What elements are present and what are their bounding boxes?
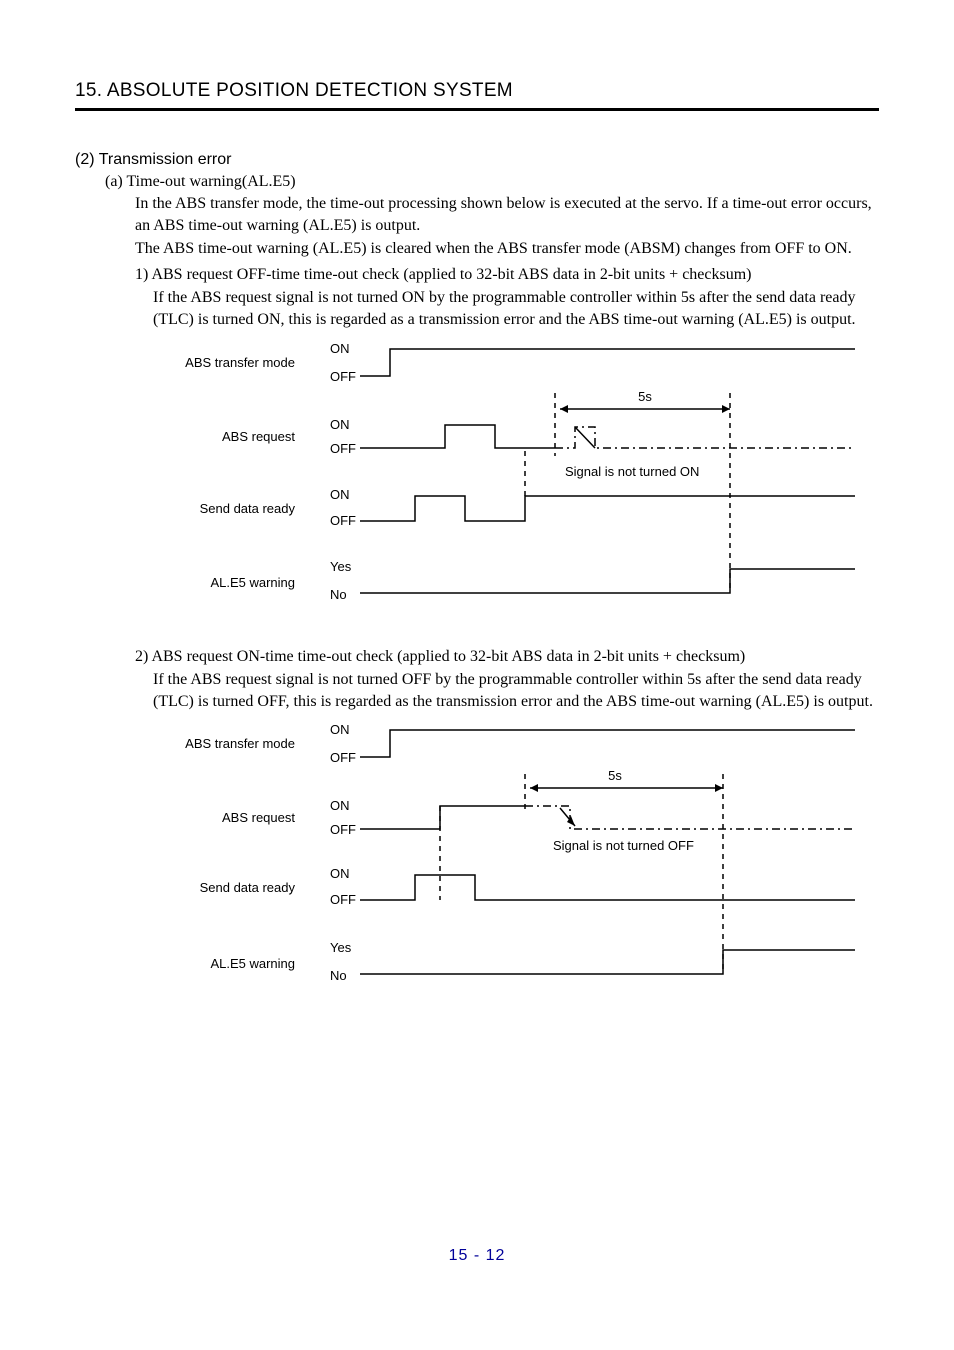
label-off-2: OFF bbox=[330, 441, 356, 456]
chapter-title: 15. ABSOLUTE POSITION DETECTION SYSTEM bbox=[75, 80, 879, 111]
label-no: No bbox=[330, 968, 347, 983]
label-5s: 5s bbox=[608, 768, 622, 783]
label-off-3: OFF bbox=[330, 892, 356, 907]
label-no: No bbox=[330, 587, 347, 602]
label-on-2: ON bbox=[330, 417, 350, 432]
section-heading: (2) Transmission error bbox=[75, 151, 879, 169]
item-2-heading: 2) ABS request ON-time time-out check (a… bbox=[135, 646, 879, 668]
label-5s: 5s bbox=[638, 389, 652, 404]
label-off-2: OFF bbox=[330, 822, 356, 837]
item-1-heading: 1) ABS request OFF-time time-out check (… bbox=[135, 264, 879, 286]
label-on-3: ON bbox=[330, 866, 350, 881]
label-on-3: ON bbox=[330, 487, 350, 502]
label-signal-not-on: Signal is not turned ON bbox=[565, 464, 699, 479]
item-1-body: If the ABS request signal is not turned … bbox=[153, 287, 879, 330]
label-on-2: ON bbox=[330, 798, 350, 813]
label-abs-request: ABS request bbox=[222, 429, 295, 444]
label-signal-not-off: Signal is not turned OFF bbox=[553, 838, 694, 853]
paragraph-1: In the ABS transfer mode, the time-out p… bbox=[135, 193, 879, 236]
label-off: OFF bbox=[330, 369, 356, 384]
label-on: ON bbox=[330, 341, 350, 356]
page-number: 15 - 12 bbox=[0, 1247, 954, 1265]
timing-diagram-2: text { font-family: Arial, Helvetica, sa… bbox=[165, 722, 879, 1007]
label-abs-transfer: ABS transfer mode bbox=[185, 736, 295, 751]
label-yes: Yes bbox=[330, 940, 352, 955]
paragraph-2: The ABS time-out warning (AL.E5) is clea… bbox=[135, 238, 879, 260]
label-off-3: OFF bbox=[330, 513, 356, 528]
subsection-a: (a) Time-out warning(AL.E5) bbox=[105, 173, 879, 191]
label-yes: Yes bbox=[330, 559, 352, 574]
label-off: OFF bbox=[330, 750, 356, 765]
timing-diagram-1: text { font-family: Arial, Helvetica, sa… bbox=[165, 341, 879, 626]
label-abs-request: ABS request bbox=[222, 810, 295, 825]
label-abs-transfer: ABS transfer mode bbox=[185, 355, 295, 370]
label-on: ON bbox=[330, 722, 350, 737]
label-ale5: AL.E5 warning bbox=[210, 956, 295, 971]
label-ale5: AL.E5 warning bbox=[210, 575, 295, 590]
item-2-body: If the ABS request signal is not turned … bbox=[153, 669, 879, 712]
label-send-data-ready: Send data ready bbox=[200, 501, 296, 516]
label-send-data-ready: Send data ready bbox=[200, 880, 296, 895]
